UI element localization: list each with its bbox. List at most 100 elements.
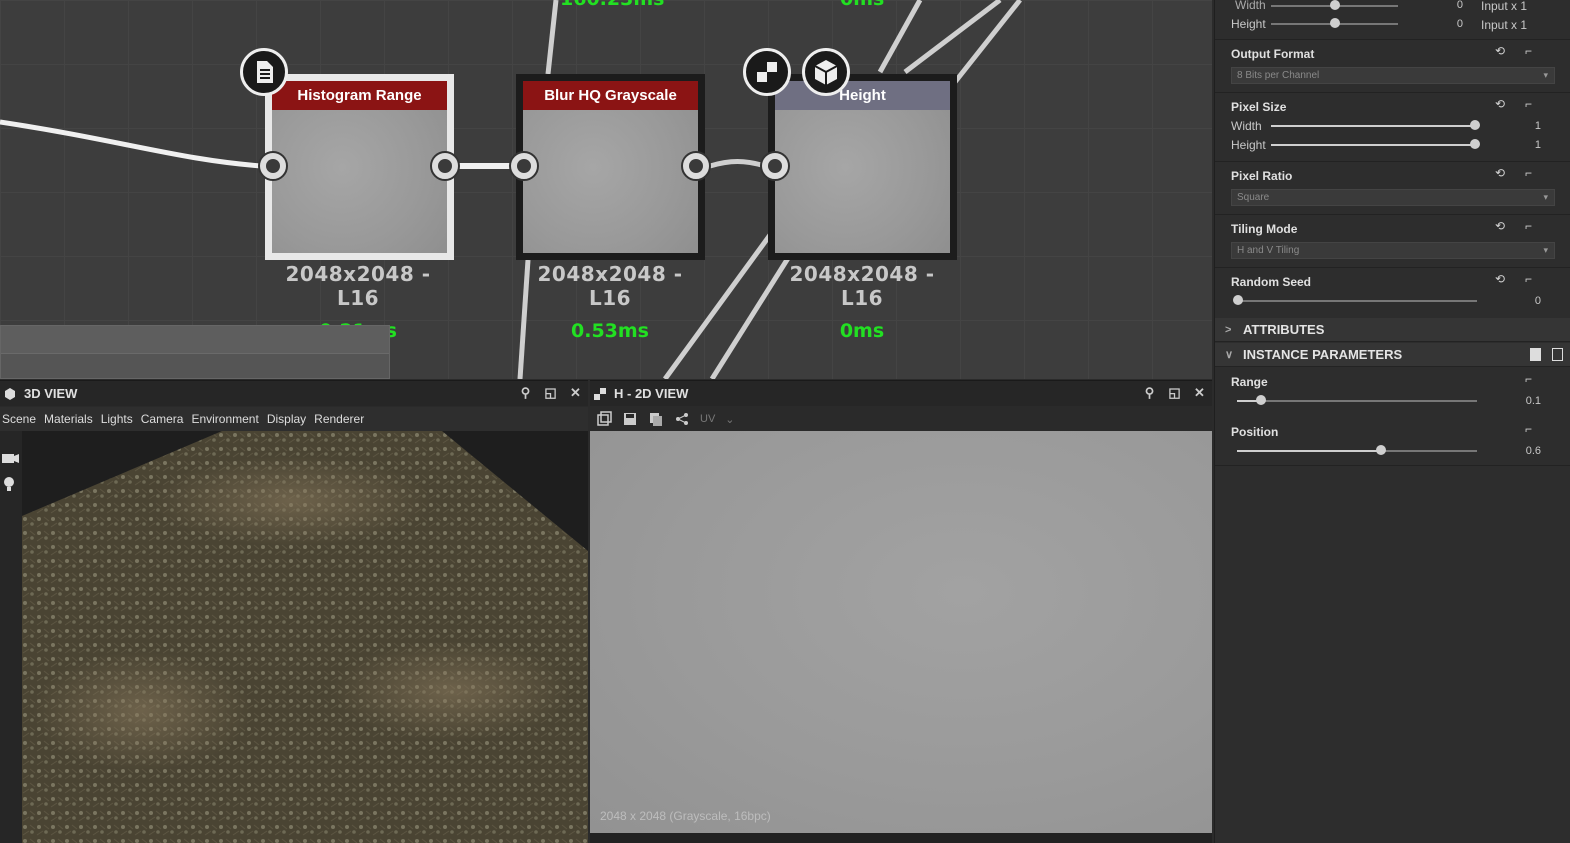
position-slider-fill <box>1237 450 1381 452</box>
output-format-dropdown[interactable]: 8 Bits per Channel <box>1231 67 1555 84</box>
preset-icon[interactable] <box>1530 348 1541 361</box>
section-label: ATTRIBUTES <box>1243 322 1325 337</box>
menu-lights[interactable]: Lights <box>101 412 133 426</box>
inherit-icon[interactable]: ⌐ <box>1525 44 1532 58</box>
link-icon[interactable]: ⟲ <box>1495 272 1505 286</box>
close-icon[interactable]: ✕ <box>1193 386 1206 399</box>
share-icon[interactable] <box>674 411 690 427</box>
slider-knob[interactable] <box>1330 0 1340 10</box>
link-icon[interactable]: ⟲ <box>1495 44 1505 58</box>
node-title: Histogram Range <box>272 81 447 110</box>
menu-materials[interactable]: Materials <box>44 412 93 426</box>
image-info-caption: 2048 x 2048 (Grayscale, 16bpc) <box>600 809 771 823</box>
attributes-section[interactable]: > ATTRIBUTES <box>1215 318 1570 342</box>
node-info: 2048x2048 - L16 0ms <box>767 262 957 342</box>
camera-icon[interactable] <box>2 454 19 463</box>
slider-knob[interactable] <box>1376 445 1386 455</box>
slider-knob[interactable] <box>1233 295 1243 305</box>
pixel-height-value: 1 <box>1534 139 1541 151</box>
chevron-down-icon: ∨ <box>1225 349 1234 361</box>
inherit-icon[interactable]: ⌐ <box>1525 372 1532 386</box>
inherit-icon[interactable]: ⌐ <box>1525 422 1532 436</box>
output-width-value: 0 <box>1456 0 1463 11</box>
output-height-input[interactable]: Input x 1 <box>1481 18 1527 32</box>
menu-renderer[interactable]: Renderer <box>314 412 364 426</box>
slider-knob[interactable] <box>1330 18 1340 28</box>
input-port[interactable] <box>760 151 790 181</box>
output-width-label: Width <box>1235 0 1266 12</box>
node-title: Blur HQ Grayscale <box>523 81 698 110</box>
close-icon[interactable]: ✕ <box>569 386 582 399</box>
tiling-mode-dropdown[interactable]: H and V Tiling <box>1231 242 1555 259</box>
inherit-icon[interactable]: ⌐ <box>1525 219 1532 233</box>
node-info: 2048x2048 - L16 0.53ms <box>515 262 705 342</box>
3d-view-header: 3D VIEW ⚲ ◱ ✕ <box>0 380 588 406</box>
random-seed-slider[interactable] <box>1237 300 1477 302</box>
node-time: 0.53ms <box>571 320 649 342</box>
maximize-icon[interactable]: ◱ <box>1168 386 1181 399</box>
link-icon[interactable]: ⟲ <box>1495 166 1505 180</box>
output-format-title: Output Format <box>1231 47 1315 61</box>
node-height-output[interactable]: Height <box>768 74 957 260</box>
slider-knob[interactable] <box>1470 120 1480 130</box>
node-graph[interactable]: 160.23ms 0ms Histogram Range 2048x2048 -… <box>0 0 1212 379</box>
output-height-label: Height <box>1231 17 1266 31</box>
node-blur-hq-grayscale[interactable]: Blur HQ Grayscale <box>516 74 705 260</box>
3d-viewport[interactable] <box>22 431 588 843</box>
export-icon[interactable] <box>1552 348 1563 361</box>
2d-viewport[interactable]: 2048 x 2048 (Grayscale, 16bpc) <box>590 431 1212 833</box>
menu-environment[interactable]: Environment <box>191 412 258 426</box>
output-width-input[interactable]: Input x 1 <box>1481 0 1527 13</box>
inherit-icon[interactable]: ⌐ <box>1525 166 1532 180</box>
2d-view-panel: H - 2D VIEW ⚲ ◱ ✕ UV ⌄ 2048 x 2048 (Gray… <box>590 380 1212 843</box>
maximize-icon[interactable]: ◱ <box>544 386 557 399</box>
2d-view-statusbar <box>590 833 1212 843</box>
menu-display[interactable]: Display <box>267 412 306 426</box>
panel-title: H - 2D VIEW <box>614 386 689 401</box>
menu-scene[interactable]: Scene <box>2 412 36 426</box>
pixel-width-label: Width <box>1231 119 1262 133</box>
pixel-width-value: 1 <box>1534 120 1541 132</box>
copy-icon[interactable] <box>648 411 664 427</box>
chevron-down-icon[interactable]: ⌄ <box>725 413 734 426</box>
link-icon[interactable]: ⟲ <box>1495 97 1505 111</box>
input-port[interactable] <box>258 151 288 181</box>
chevron-right-icon: > <box>1225 324 1232 336</box>
input-port[interactable] <box>509 151 539 181</box>
3d-view-panel: 3D VIEW ⚲ ◱ ✕ Scene Materials Lights Cam… <box>0 380 588 843</box>
inherit-icon[interactable]: ⌐ <box>1525 272 1532 286</box>
position-value: 0.6 <box>1525 445 1541 457</box>
pixel-ratio-title: Pixel Ratio <box>1231 169 1293 183</box>
random-seed-value: 0 <box>1534 295 1541 307</box>
menu-camera[interactable]: Camera <box>141 412 184 426</box>
pixel-width-slider[interactable] <box>1271 125 1475 127</box>
inherit-icon[interactable]: ⌐ <box>1525 97 1532 111</box>
slider-knob[interactable] <box>1470 139 1480 149</box>
node-time-label: 0ms <box>840 0 884 10</box>
light-bulb-icon[interactable] <box>4 477 14 491</box>
checker-icon[interactable] <box>743 48 791 96</box>
pixel-height-slider[interactable] <box>1271 144 1475 146</box>
node-thumbnail <box>272 110 447 253</box>
pin-icon[interactable]: ⚲ <box>519 386 532 399</box>
uv-dropdown[interactable]: UV <box>700 413 715 425</box>
output-port[interactable] <box>430 151 460 181</box>
link-icon[interactable]: ⟲ <box>1495 219 1505 233</box>
document-icon[interactable] <box>240 48 288 96</box>
range-title: Range <box>1231 375 1268 389</box>
pin-icon[interactable]: ⚲ <box>1143 386 1156 399</box>
node-histogram-range[interactable]: Histogram Range <box>265 74 454 260</box>
cube-icon[interactable] <box>802 48 850 96</box>
instance-parameters-section[interactable]: ∨ INSTANCE PARAMETERS <box>1215 343 1570 367</box>
frame-icon[interactable] <box>596 411 612 427</box>
range-slider[interactable] <box>1237 400 1477 402</box>
graph-frame[interactable] <box>0 325 390 379</box>
3d-view-sidebar <box>0 431 22 843</box>
output-port[interactable] <box>681 151 711 181</box>
save-icon[interactable] <box>622 411 638 427</box>
slider-knob[interactable] <box>1256 395 1266 405</box>
2d-view-toolbar: UV ⌄ <box>590 407 1212 431</box>
pixel-height-label: Height <box>1231 138 1266 152</box>
pixel-ratio-dropdown[interactable]: Square <box>1231 189 1555 206</box>
section-label: INSTANCE PARAMETERS <box>1243 347 1403 362</box>
